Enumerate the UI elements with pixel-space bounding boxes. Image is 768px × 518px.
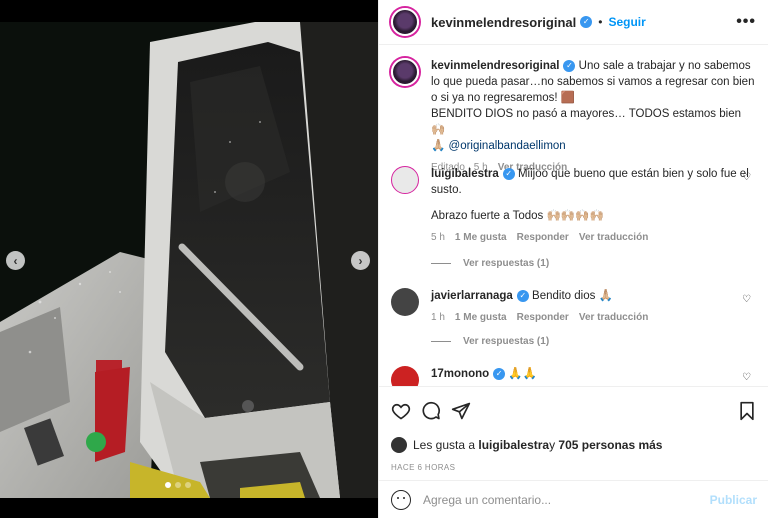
comments-list: kevinmelendresoriginal ✓ Uno sale a traba… [379,46,768,386]
author-username[interactable]: kevinmelendresoriginal [431,15,576,30]
post-photo [0,22,378,498]
comment-username[interactable]: javierlarranaga [431,290,513,302]
caption-username[interactable]: kevinmelendresoriginal [431,60,559,72]
likes-count[interactable]: 705 personas más [558,438,662,452]
commenter-avatar[interactable] [391,288,419,316]
post-actions: Les gusta a luigibalestra y 705 personas… [379,386,768,472]
add-comment-bar: Publicar [379,480,768,518]
translate-link[interactable]: Ver traducción [579,230,648,246]
separator-dot: • [598,15,603,29]
view-replies-link[interactable]: Ver respuestas (1) [431,336,549,347]
carousel-dot [165,482,171,488]
likes-summary: Les gusta a luigibalestra y 705 personas… [391,437,757,453]
commenter-avatar[interactable] [391,366,419,386]
liker-avatar[interactable] [391,437,407,453]
caption: kevinmelendresoriginal ✓ Uno sale a traba… [391,58,757,176]
carousel-dot [175,482,181,488]
verified-badge-icon: ✓ [493,367,506,380]
commenter-avatar[interactable] [391,166,419,194]
comment-input[interactable] [423,492,693,507]
like-comment-heart-icon[interactable]: ♡ [742,372,751,383]
comment-text: Bendito dios 🙏🏼 [532,290,613,302]
post-timestamp: HACE 6 HORAS [391,463,456,472]
comment-time: 5 h [431,232,445,243]
caption-avatar[interactable] [391,58,419,86]
chevron-left-icon: ‹ [13,253,18,268]
previous-image-button[interactable]: ‹ [6,251,25,270]
comment-meta: 1 h 1 Me gusta Responder Ver traducción [431,310,757,326]
caption-body: kevinmelendresoriginal ✓ Uno sale a traba… [431,58,757,176]
comment-username[interactable]: luigibalestra [431,168,499,180]
carousel-dot [185,482,191,488]
comment-text-2: Abrazo fuerte a Todos 🙌🏼🙌🏼🙌🏼🙌🏼 [431,210,604,222]
like-comment-heart-icon[interactable]: ♡ [742,172,751,183]
comment-username[interactable]: 17monono [431,368,489,380]
bus-door-photo [0,22,378,498]
bookmark-icon[interactable] [737,401,757,421]
reply-link[interactable]: Responder [517,310,569,326]
mention-link[interactable]: @originalbandaellimon [449,140,566,152]
follow-button[interactable]: Seguir [608,15,645,29]
verified-badge-icon: ✓ [516,289,529,302]
comment-item: javierlarranaga ✓ Bendito dios 🙏🏼 1 h 1 M… [391,288,757,326]
comment-body: 17monono ✓ 🙏🙏 [431,366,757,382]
share-icon[interactable] [451,401,471,421]
comment-body: javierlarranaga ✓ Bendito dios 🙏🏼 1 h 1 M… [431,288,757,326]
more-options-icon[interactable]: ••• [736,13,756,31]
translate-link[interactable]: Ver traducción [579,310,648,326]
author-avatar[interactable] [391,8,419,36]
next-image-button[interactable]: › [351,251,370,270]
caption-text-3: 🙏🏼 [431,140,446,152]
comment-time: 1 h [431,312,445,323]
comment-text: 🙏🙏 [508,368,537,380]
verified-badge-icon: ✓ [563,59,576,72]
post-media: ‹ › [0,0,378,518]
reply-link[interactable]: Responder [517,230,569,246]
emoji-icon[interactable] [391,489,411,510]
verified-badge-icon: ✓ [580,16,593,28]
publish-button[interactable]: Publicar [710,493,757,507]
comment-icon[interactable] [421,401,441,421]
comment-likes[interactable]: 1 Me gusta [455,310,507,326]
comment-likes[interactable]: 1 Me gusta [455,230,507,246]
comment-body: luigibalestra ✓ Miijoo que bueno que está… [431,166,757,246]
carousel-dots [165,482,191,488]
view-replies-link[interactable]: Ver respuestas (1) [431,258,549,269]
comment-item: luigibalestra ✓ Miijoo que bueno que está… [391,166,757,246]
verified-badge-icon: ✓ [502,167,515,180]
action-icons [391,399,757,423]
likes-prefix: Les gusta a [413,438,476,452]
likes-mid: y [549,438,556,452]
comment-meta: 5 h 1 Me gusta Responder Ver traducción [431,230,757,246]
caption-text-2: BENDITO DIOS no pasó a mayores… TODOS es… [431,108,741,136]
post-header: kevinmelendresoriginal ✓ • Seguir ••• [379,0,768,45]
post-side-panel: kevinmelendresoriginal ✓ • Seguir ••• ke… [378,0,768,518]
liker-username[interactable]: luigibalestra [478,438,549,452]
heart-icon[interactable] [391,401,411,421]
chevron-right-icon: › [358,253,363,268]
like-comment-heart-icon[interactable]: ♡ [742,294,751,305]
comment-item: 17monono ✓ 🙏🙏 ♡ [391,366,757,386]
